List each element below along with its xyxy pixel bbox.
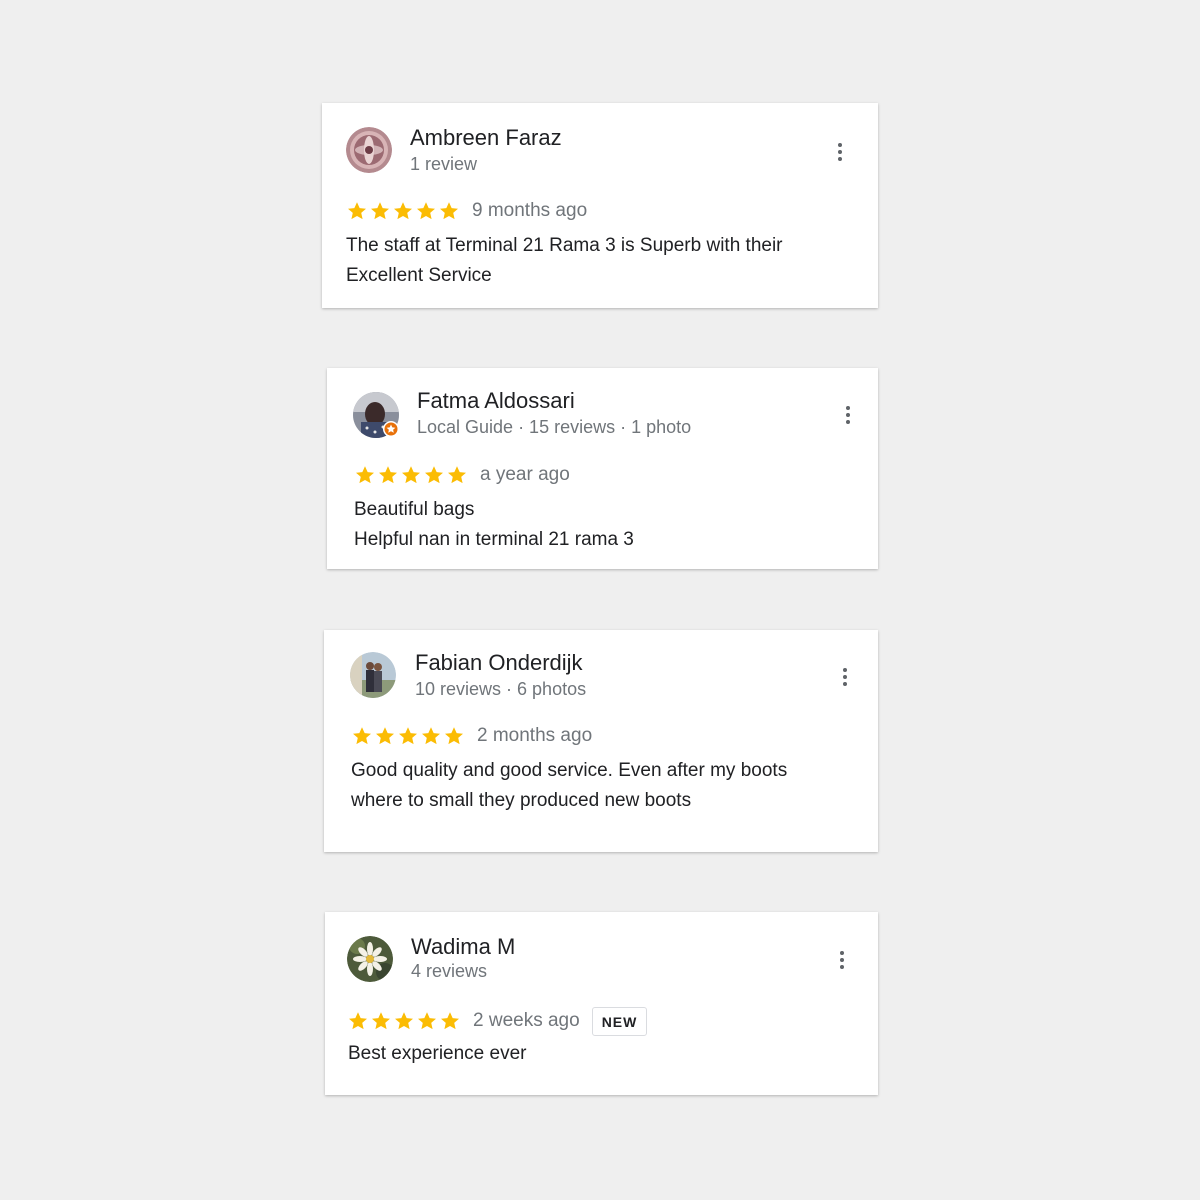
- ornate-pattern-avatar-icon: [346, 127, 392, 173]
- star-icon: [422, 727, 440, 745]
- more-options-icon[interactable]: [830, 141, 850, 163]
- review-text-line: Excellent Service: [346, 265, 492, 286]
- star-rating: [346, 200, 460, 222]
- star-rating: [351, 725, 465, 747]
- rating-row: a year ago: [354, 463, 570, 487]
- flower-photo-avatar-icon: [347, 936, 393, 982]
- review-text-line: The staff at Terminal 21 Rama 3 is Super…: [346, 235, 783, 256]
- review-text-line: Beautiful bags: [354, 499, 475, 520]
- star-icon: [349, 1012, 367, 1030]
- rating-row: 2 months ago: [351, 724, 592, 748]
- more-options-icon[interactable]: [832, 949, 852, 971]
- star-icon: [445, 727, 463, 745]
- review-card: Fatma Aldossari Local Guide · 15 reviews…: [327, 368, 878, 569]
- star-icon: [356, 466, 374, 484]
- star-icon: [399, 727, 417, 745]
- reviewer-avatar[interactable]: [346, 127, 392, 173]
- review-text-line: Best experience ever: [348, 1043, 527, 1064]
- couple-photo-avatar-icon: [350, 652, 396, 698]
- star-icon: [379, 466, 397, 484]
- reviewer-name[interactable]: Fabian Onderdijk: [415, 650, 583, 676]
- star-icon: [418, 1012, 436, 1030]
- star-icon: [440, 202, 458, 220]
- star-rating: [347, 1010, 461, 1032]
- reviewer-avatar[interactable]: [350, 652, 396, 698]
- reviewer-meta: 4 reviews: [411, 961, 488, 981]
- star-icon: [353, 727, 371, 745]
- reviewer-name[interactable]: Fatma Aldossari: [417, 388, 575, 414]
- photo-avatar-with-local-guide-badge-icon: [353, 392, 399, 438]
- reviewer-avatar[interactable]: [353, 392, 399, 438]
- star-icon: [441, 1012, 459, 1030]
- review-text-line: Helpful nan in terminal 21 rama 3: [354, 529, 634, 550]
- more-options-icon[interactable]: [838, 404, 858, 426]
- star-icon: [394, 202, 412, 220]
- rating-row: 2 weeks ago NEW: [347, 1005, 648, 1037]
- review-text-line: Good quality and good service. Even afte…: [351, 760, 788, 781]
- review-text: Good quality and good service. Even afte…: [351, 756, 787, 816]
- review-card: Wadima M 4 reviews 2 weeks ago NEW Best …: [325, 912, 878, 1095]
- review-card: Ambreen Faraz 1 review 9 months ago The …: [322, 103, 878, 308]
- star-icon: [425, 466, 443, 484]
- star-icon: [448, 466, 466, 484]
- rating-row: 9 months ago: [346, 199, 587, 223]
- star-icon: [348, 202, 366, 220]
- review-time: 9 months ago: [472, 200, 588, 221]
- reviewer-name[interactable]: Wadima M: [411, 934, 515, 960]
- reviewer-meta: Local Guide · 15 reviews · 1 photo: [417, 417, 692, 437]
- star-icon: [417, 202, 435, 220]
- review-text: The staff at Terminal 21 Rama 3 is Super…: [346, 231, 783, 291]
- review-text: Best experience ever: [348, 1039, 527, 1069]
- star-rating: [354, 464, 468, 486]
- reviewer-meta: 10 reviews · 6 photos: [415, 679, 587, 699]
- star-icon: [371, 202, 389, 220]
- more-options-icon[interactable]: [835, 666, 855, 688]
- star-icon: [395, 1012, 413, 1030]
- new-badge: NEW: [591, 1006, 648, 1036]
- reviewer-avatar[interactable]: [347, 936, 393, 982]
- star-icon: [372, 1012, 390, 1030]
- star-icon: [402, 466, 420, 484]
- review-time: a year ago: [480, 464, 570, 485]
- review-text-line: where to small they produced new boots: [351, 790, 692, 811]
- review-time: 2 months ago: [477, 725, 593, 746]
- review-time: 2 weeks ago: [473, 1010, 580, 1031]
- review-card: Fabian Onderdijk 10 reviews · 6 photos 2…: [324, 630, 878, 852]
- reviewer-meta: 1 review: [410, 154, 478, 174]
- star-icon: [376, 727, 394, 745]
- review-text: Beautiful bags Helpful nan in terminal 2…: [354, 495, 634, 555]
- reviewer-name[interactable]: Ambreen Faraz: [410, 125, 562, 151]
